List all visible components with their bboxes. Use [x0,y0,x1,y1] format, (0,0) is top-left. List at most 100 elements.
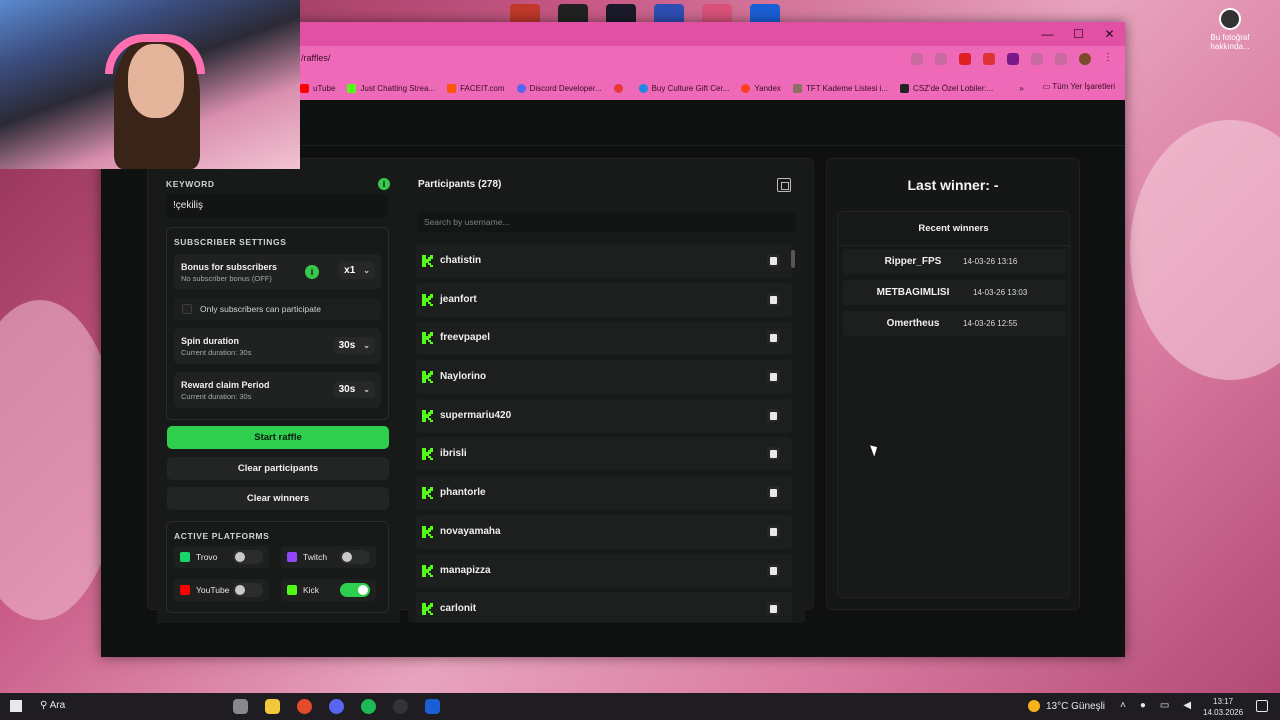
spin-select[interactable]: 30s ⌄ [333,337,375,354]
bookmark[interactable] [613,83,627,93]
trash-icon[interactable] [767,331,780,345]
winner-row: Omertheus 14-03-26 12:55 [843,311,1066,336]
info-icon[interactable]: i [378,178,390,190]
bookmark[interactable]: Just Chatting Strea... [347,83,435,93]
profile-avatar[interactable] [1079,53,1091,65]
kick-toggle[interactable] [340,583,370,597]
file-explorer-icon[interactable] [265,699,280,714]
only-subscribers-checkbox[interactable]: Only subscribers can participate [174,298,381,320]
system-tray: ˄ ● ▭ ◀ [1120,700,1191,711]
discord-icon[interactable] [329,699,344,714]
translate-icon[interactable] [911,53,923,65]
clock[interactable]: 13:17 14.03.2026 [1203,696,1243,718]
trash-icon[interactable] [767,292,780,306]
trash-icon[interactable] [767,408,780,422]
participant-row: freevpapel [416,321,792,356]
reward-subtitle: Current duration: 30s [181,392,252,401]
app-icon[interactable] [393,699,408,714]
bonus-title: Bonus for subscribers [181,262,278,272]
info-icon[interactable]: i [305,265,319,279]
menu-icon[interactable]: ⋮ [1103,53,1115,65]
desktop-photo-info[interactable]: Bu fotoğraf hakkında... [1200,8,1260,51]
maximize-button[interactable]: ☐ [1063,22,1094,46]
clear-winners-button[interactable]: Clear winners [167,487,389,510]
taskbar-apps [233,699,440,714]
participant-name: ibrisli [440,448,467,460]
task-view-icon[interactable] [233,699,248,714]
checkbox[interactable] [182,304,192,314]
volume-icon[interactable]: ◀ [1183,700,1191,711]
participant-row: novayamaha [416,514,792,549]
extension-icon[interactable] [959,53,971,65]
divider [838,245,1069,246]
star-icon[interactable] [935,53,947,65]
close-button[interactable]: ✕ [1094,22,1125,46]
bonus-subtitle: No subscriber bonus (OFF) [181,274,272,283]
chevron-down-icon: ⌄ [363,266,370,275]
keyword-input[interactable]: !çekiliş [166,194,388,218]
participant-name: Naylorino [440,371,487,383]
copy-icon[interactable] [777,178,791,192]
reward-select[interactable]: 30s ⌄ [333,381,375,398]
scrollbar-thumb[interactable] [791,250,795,268]
spotify-icon[interactable] [361,699,376,714]
kick-icon [422,603,433,616]
sidepanel-icon[interactable] [1055,53,1067,65]
toggle-knob [235,585,245,595]
spin-title: Spin duration [181,336,239,346]
bookmark[interactable]: Yandex [741,83,781,93]
webcam-overlay [0,0,300,169]
scrollbar[interactable] [791,244,795,622]
trash-icon[interactable] [767,370,780,384]
bookmarks-overflow[interactable]: » [1019,84,1023,93]
bookmark[interactable]: FACEIT.com [447,83,505,93]
youtube-toggle[interactable] [233,583,263,597]
puzzle-icon[interactable] [1031,53,1043,65]
trash-icon[interactable] [767,486,780,500]
sun-icon [1028,700,1040,712]
platform-youtube: YouTube [174,579,269,601]
notification-icon[interactable] [1256,700,1268,712]
clear-participants-button[interactable]: Clear participants [167,457,389,480]
trash-icon[interactable] [767,524,780,538]
kick-icon [422,293,433,306]
participant-row: ibrisli [416,437,792,472]
trash-icon[interactable] [767,254,780,267]
chevron-up-icon[interactable]: ˄ [1120,700,1126,711]
minimize-button[interactable]: — [1032,22,1063,46]
kick-icon [422,409,433,422]
bookmark[interactable]: Buy Culture Gift Cer... [638,83,729,93]
app-icon[interactable] [425,699,440,714]
trash-icon[interactable] [767,602,780,616]
platform-name: Twitch [303,552,328,562]
taskbar-search[interactable]: ⚲ Ara [40,700,65,711]
url-field[interactable]: /raffles/ [301,53,330,63]
bookmark[interactable]: uTube [300,83,335,93]
raffle-page: KEYWORD i !çekiliş SUBSCRIBER SETTINGS B… [101,100,1125,657]
platform-name: YouTube [196,585,230,595]
twitch-toggle[interactable] [340,550,370,564]
windows-start-icon[interactable] [10,700,22,712]
bookmark-icon [792,83,802,93]
trash-icon[interactable] [767,447,780,461]
bonus-setting: Bonus for subscribers No subscriber bonu… [174,254,381,289]
weather-widget[interactable]: 13°C Güneşli [1028,700,1105,712]
bookmark[interactable]: TFT Kademe Listesi i... [792,83,888,93]
bookmark[interactable]: CSZ'de Özel Lobiler:... [900,83,993,93]
spin-duration-setting: Spin duration Current duration: 30s 30s ⌄ [174,328,381,364]
bonus-select[interactable]: x1 ⌄ [339,262,375,279]
microphone-icon[interactable]: ● [1140,700,1146,711]
trovo-toggle[interactable] [233,550,263,564]
chevron-down-icon: ⌄ [363,385,370,394]
bookmark-icon [900,83,910,93]
winner-name: Ripper_FPS [884,256,942,267]
participant-search-input[interactable]: Search by username... [417,212,796,232]
extension-icon[interactable] [983,53,995,65]
bookmark[interactable]: Discord Developer... [516,83,602,93]
start-raffle-button[interactable]: Start raffle [167,426,389,449]
network-icon[interactable]: ▭ [1160,700,1169,711]
extension-icon[interactable] [1007,53,1019,65]
chrome-icon[interactable] [297,699,312,714]
all-bookmarks[interactable]: ▭ Tüm Yer İşaretleri [1043,82,1115,91]
trash-icon[interactable] [767,563,780,577]
